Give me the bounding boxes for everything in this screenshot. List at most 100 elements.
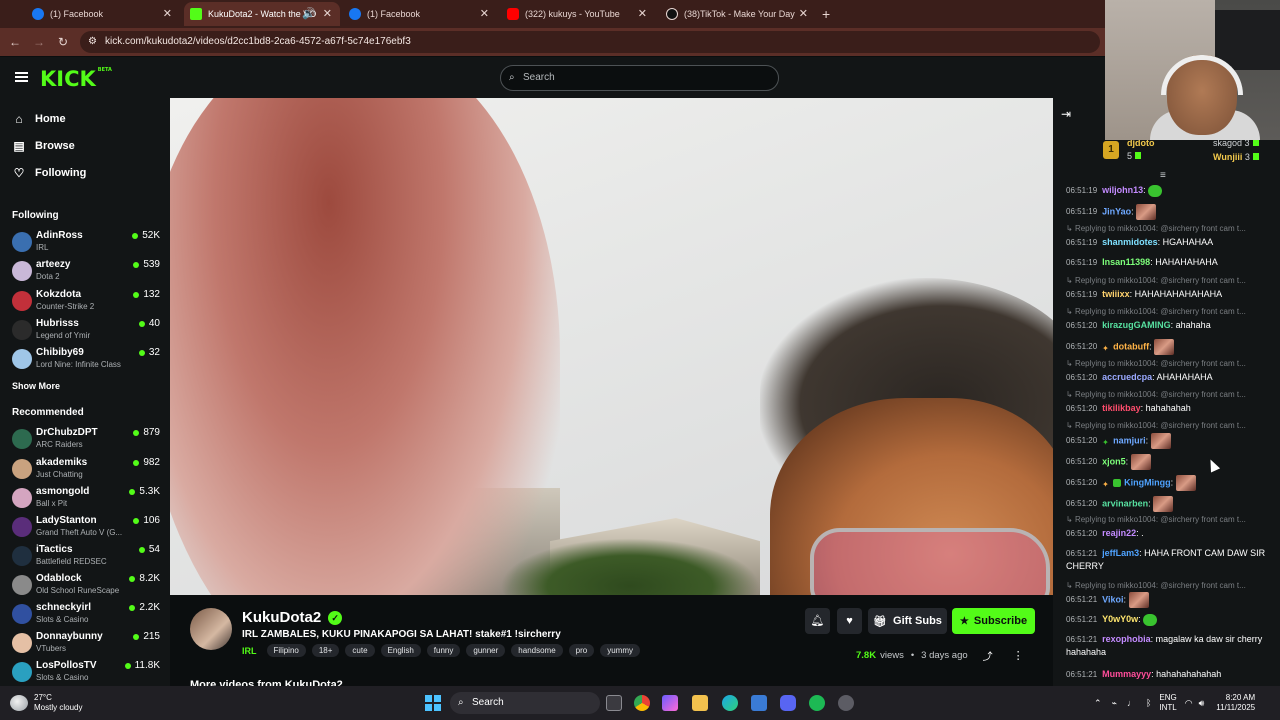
edge-icon[interactable] [722,695,738,711]
msg-user[interactable]: accruedcpa [1102,372,1152,382]
msg-user[interactable]: tikilikbay [1102,403,1141,413]
video-player[interactable] [170,98,1053,595]
search-input[interactable]: ⌕ Search [500,65,779,91]
sidebar-channel-akademiks[interactable]: akademiks Just Chatting 982 [12,456,160,484]
msg-user[interactable]: KingMingg [1124,477,1171,487]
msg-user[interactable]: kirazugGAMING [1102,320,1171,330]
sidebar-channel-hubrisss[interactable]: Hubrisss Legend of Ymir 40 [12,317,160,345]
reply-preview[interactable]: ↳ Replying to mikko1004: @sircherry fron… [1066,515,1278,524]
reply-preview[interactable]: ↳ Replying to mikko1004: @sircherry fron… [1066,307,1278,316]
category-link[interactable]: IRL [242,646,257,656]
msg-user[interactable]: jeffLam3 [1102,548,1139,558]
volume-icon[interactable]: 🔊︎ [1199,698,1205,709]
subscribe-button[interactable]: ★ Subscribe [952,608,1035,634]
sidebar-channel-odablock[interactable]: Odablock Old School RuneScape 8.2K [12,572,160,600]
follow-heart-button[interactable]: ♥ [837,608,862,634]
clock[interactable]: 8:20 AM 11/11/2025 [1216,693,1255,713]
chrome-icon[interactable] [634,695,650,711]
close-tab-icon[interactable]: ✕ [799,7,808,20]
site-info-icon[interactable]: ⚙ [88,31,97,53]
share-icon[interactable]: ⤴ [983,648,993,663]
tag[interactable]: yummy [600,644,640,657]
tag[interactable]: gunner [466,644,506,657]
discord-icon[interactable] [780,695,796,711]
kick-logo[interactable]: KICK BETA [40,67,112,91]
notification-bell-button[interactable]: 🔔︎ [805,608,830,634]
browser-tab[interactable]: (322) kukuys - YouTube ✕ [501,2,655,26]
msg-user[interactable]: shanmidotes [1102,237,1158,247]
pinned-toggle-icon[interactable]: ≡ [1160,170,1166,181]
reply-preview[interactable]: ↳ Replying to mikko1004: @sircherry fron… [1066,390,1278,399]
msg-user[interactable]: xjon5 [1102,456,1126,466]
collapse-chat-icon[interactable]: ⇥ [1061,107,1071,121]
sidebar-channel-kokzdota[interactable]: Kokzdota Counter-Strike 2 132 [12,288,160,316]
weather-widget[interactable]: 27°C Mostly cloudy [10,693,82,713]
sidebar-channel-itactics[interactable]: iTactics Battlefield REDSEC 54 [12,543,160,571]
browser-tab-active[interactable]: KukuDota2 - Watch the VO 🔊 ✕ [184,2,340,26]
msg-user[interactable]: wiljohn13 [1102,185,1143,195]
msg-user[interactable]: Insan11398 [1102,257,1150,267]
network-icon[interactable]: ⌁ [1112,698,1117,709]
copilot-icon[interactable] [662,695,678,711]
leader-entry[interactable]: Wunjiii 3 [1213,152,1259,162]
msg-user[interactable]: rexophobia [1102,634,1151,644]
nav-home[interactable]: ⌂ Home [12,112,65,126]
back-icon[interactable]: ← [3,35,27,49]
tag[interactable]: Filipino [266,644,306,657]
microphone-icon[interactable]: ♩ [1127,698,1136,708]
address-bar[interactable]: ⚙ kick.com/kukudota2/videos/d2cc1bd8-2ca… [80,31,1100,53]
close-tab-icon[interactable]: ✕ [480,7,489,20]
show-more-link[interactable]: Show More [12,381,60,391]
msg-user[interactable]: Vikoi [1102,594,1123,604]
reply-preview[interactable]: ↳ Replying to mikko1004: @sircherry fron… [1066,224,1278,233]
tag[interactable]: English [380,644,421,657]
store-icon[interactable] [751,695,767,711]
msg-user[interactable]: Mummayyy [1102,669,1151,679]
sidebar-channel-adinross[interactable]: AdinRoss IRL 52K [12,229,160,257]
reply-preview[interactable]: ↳ Replying to mikko1004: @sircherry fron… [1066,581,1278,590]
msg-user[interactable]: twiiixx [1102,289,1130,299]
reload-icon[interactable]: ↻ [51,35,75,49]
new-tab-icon[interactable]: + [822,6,830,22]
nav-following[interactable]: ♡ Following [12,166,87,180]
tag[interactable]: 18+ [311,644,340,657]
reply-preview[interactable]: ↳ Replying to mikko1004: @sircherry fron… [1066,421,1278,430]
spotify-icon[interactable] [809,695,825,711]
menu-icon[interactable] [15,72,28,82]
speaker-icon[interactable]: 🔊 [302,7,316,20]
msg-user[interactable]: Y0wY0w [1102,614,1138,624]
gift-subs-button[interactable]: 🎁︎ Gift Subs [868,608,947,634]
tag[interactable]: cute [345,644,375,657]
browser-tab[interactable]: (1) Facebook ✕ [26,2,180,26]
more-options-icon[interactable]: ⋮ [1013,649,1024,662]
sidebar-channel-asmongold[interactable]: asmongold Ball x Pit 5.3K [12,485,160,513]
nav-browse[interactable]: ▤ Browse [12,139,74,153]
tag[interactable]: pro [568,644,595,657]
reply-preview[interactable]: ↳ Replying to mikko1004: @sircherry fron… [1066,359,1278,368]
close-tab-icon[interactable]: ✕ [323,7,332,20]
channel-title[interactable]: KukuDota2 ✓ [242,609,343,626]
tag[interactable]: funny [426,644,461,657]
sidebar-channel-drchubzdpt[interactable]: DrChubzDPT ARC Raiders 879 [12,426,160,454]
bluetooth-icon[interactable]: ᛒ [1146,698,1151,708]
msg-user[interactable]: namjuri [1113,435,1146,445]
reply-preview[interactable]: ↳ Replying to mikko1004: @sircherry fron… [1066,276,1278,285]
channel-avatar[interactable] [190,608,232,650]
taskbar-search[interactable]: ⌕ Search [450,692,600,714]
forward-icon[interactable]: → [27,35,51,49]
msg-user[interactable]: JinYao [1102,206,1131,216]
app-icon[interactable] [838,695,854,711]
chevron-up-icon[interactable]: ⌃ [1094,698,1102,709]
sidebar-channel-ladystanton[interactable]: LadyStanton Grand Theft Auto V (G... 106 [12,514,160,542]
wifi-icon[interactable]: ◠ [1185,698,1193,709]
tag[interactable]: handsome [511,644,563,657]
task-view-icon[interactable] [606,695,622,711]
windows-start-icon[interactable] [425,695,441,711]
sidebar-channel-lospollostv[interactable]: LosPollosTV Slots & Casino 11.8K [12,659,160,686]
browser-tab[interactable]: (38)TikTok - Make Your Day ✕ [660,2,816,26]
close-tab-icon[interactable]: ✕ [163,7,172,20]
msg-user[interactable]: reajin22 [1102,528,1136,538]
msg-user[interactable]: dotabuff [1113,341,1149,351]
language-indicator[interactable]: ENG INTL [1159,693,1176,713]
browser-tab[interactable]: (1) Facebook ✕ [343,2,497,26]
